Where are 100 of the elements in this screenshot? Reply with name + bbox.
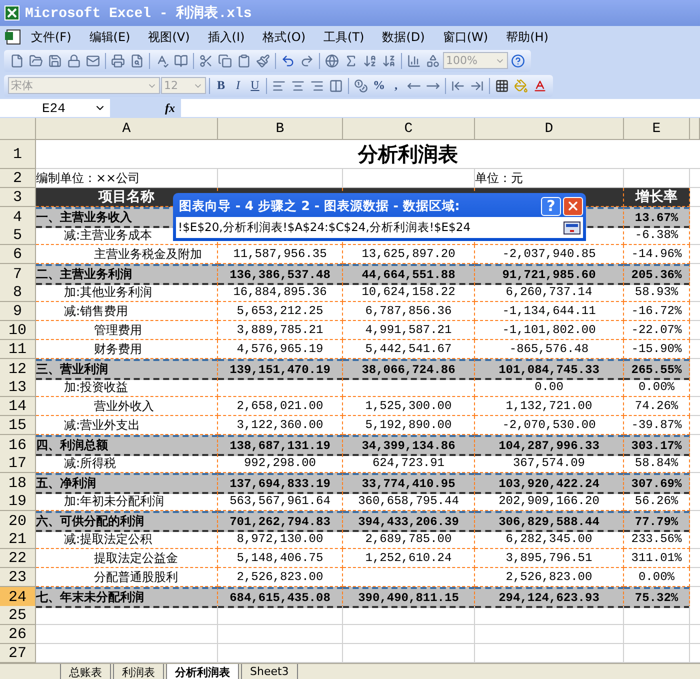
formula-field[interactable] [181, 99, 700, 117]
row-header[interactable]: 9 [0, 302, 36, 321]
table-cell: 5,148,406.75 [218, 549, 343, 568]
function-label[interactable]: fx [165, 100, 175, 116]
menu-item[interactable]: 窗口(W) [434, 28, 498, 46]
table-cell: 5,653,212.25 [218, 302, 343, 321]
table-cell: 101,084,745.33 [475, 359, 624, 380]
row-label: 七、年末未分配利润 [36, 587, 218, 608]
table-cell: 16,884,895.36 [218, 283, 343, 302]
row-label: 二、主营业务利润 [36, 264, 218, 285]
row-header[interactable]: 16 [0, 435, 36, 456]
copy-icon[interactable] [216, 52, 234, 70]
row-label: 提取法定公益金 [36, 549, 218, 568]
table-cell: 33,774,410.95 [343, 473, 475, 494]
row-header[interactable]: 3 [0, 188, 36, 207]
column-header[interactable]: E [624, 118, 690, 140]
help-button[interactable]: ? [541, 196, 561, 216]
table-cell: 3,889,785.21 [218, 321, 343, 340]
row-header[interactable]: 14 [0, 397, 36, 416]
currency-icon[interactable] [352, 76, 370, 94]
table-cell: 139,151,470.19 [218, 359, 343, 380]
blank-column-header [690, 118, 700, 140]
row-header[interactable]: 27 [0, 644, 36, 663]
fill-color-icon[interactable] [512, 76, 530, 94]
column-header[interactable]: C [343, 118, 475, 140]
table-cell: 265.55% [624, 359, 690, 380]
sheet-tab[interactable]: 分析利润表 [166, 664, 239, 679]
menu-item[interactable]: 编辑(E) [80, 28, 140, 46]
sheet-tab[interactable]: Sheet3 [241, 664, 298, 679]
row-label: 管理费用 [36, 321, 218, 340]
column-header[interactable]: D [475, 118, 624, 140]
help-icon[interactable] [509, 52, 527, 70]
table-cell: 13.67% [624, 207, 690, 228]
row-header[interactable]: 20 [0, 511, 36, 532]
hyperlink-icon[interactable] [323, 52, 341, 70]
format-painter-icon[interactable] [254, 52, 272, 70]
table-cell: 684,615,435.08 [218, 587, 343, 608]
table-cell: 4,991,587.21 [343, 321, 475, 340]
table-cell: 104,287,996.33 [475, 435, 624, 456]
table-cell: 701,262,794.83 [218, 511, 343, 532]
row-label: 加:其他业务利润 [36, 283, 218, 302]
row-header[interactable]: 22 [0, 549, 36, 568]
menu-item[interactable]: 插入(I) [198, 28, 254, 46]
row-header[interactable]: 25 [0, 606, 36, 625]
collapse-dialog-icon[interactable] [563, 220, 581, 234]
permission-icon[interactable] [65, 52, 83, 70]
column-header[interactable]: B [218, 118, 343, 140]
table-cell: 38,066,724.86 [343, 359, 475, 380]
row-header[interactable]: 26 [0, 625, 36, 644]
close-icon [566, 199, 580, 213]
menu-item[interactable]: 工具(T) [314, 28, 374, 46]
close-button[interactable] [563, 196, 583, 216]
style-button[interactable]: I [230, 78, 246, 93]
row-label: 六、可供分配的利润 [36, 511, 218, 532]
row-header[interactable]: 8 [0, 283, 36, 302]
table-cell: 增长率 [624, 188, 690, 207]
table-cell: 1,132,721.00 [475, 397, 624, 416]
row-label: 减:销售费用 [36, 302, 218, 321]
row-header[interactable]: 6 [0, 245, 36, 264]
row-header[interactable]: 21 [0, 530, 36, 549]
row-header[interactable]: 1 [0, 140, 36, 169]
row-header[interactable]: 23 [0, 568, 36, 587]
table-cell: 137,694,833.19 [218, 473, 343, 494]
row-header[interactable]: 18 [0, 473, 36, 494]
row-label: 五、净利润 [36, 473, 218, 494]
range-field[interactable]: !$E$20,分析利润表!$A$24:$C$24,分析利润表!$E$24 [176, 217, 583, 238]
menu-item[interactable]: 文件(F) [22, 28, 80, 46]
row-header[interactable]: 13 [0, 378, 36, 397]
spreadsheet-icon [4, 5, 20, 21]
menu-item[interactable]: 视图(V) [139, 28, 199, 46]
menu-item[interactable]: 帮助(H) [497, 28, 558, 46]
row-header[interactable]: 2 [0, 169, 36, 188]
row-header[interactable]: 12 [0, 359, 36, 380]
table-cell: 6,260,737.14 [475, 283, 624, 302]
row-header[interactable]: 7 [0, 264, 36, 285]
number-format-button[interactable]: , [388, 78, 404, 93]
table-cell: 1,252,610.24 [343, 549, 475, 568]
row-header[interactable]: 5 [0, 226, 36, 245]
table-cell: 2,689,785.00 [343, 530, 475, 549]
column-header[interactable]: A [36, 118, 218, 140]
row-header[interactable]: 15 [0, 416, 36, 435]
sheet-tab[interactable]: 总账表 [60, 664, 111, 679]
print-icon[interactable] [109, 52, 127, 70]
style-button[interactable]: U [247, 78, 263, 93]
row-header[interactable]: 17 [0, 454, 36, 473]
name-box[interactable]: E24 [0, 99, 110, 117]
number-format-button[interactable]: % [371, 78, 387, 93]
table-cell: 205.36% [624, 264, 690, 285]
style-button[interactable]: B [213, 78, 229, 93]
table-cell: -1,134,644.11 [475, 302, 624, 321]
row-header[interactable]: 4 [0, 207, 36, 228]
row-header[interactable]: 10 [0, 321, 36, 340]
table-cell: -1,101,802.00 [475, 321, 624, 340]
row-header[interactable]: 24 [0, 587, 36, 608]
menu-item[interactable]: 数据(D) [373, 28, 434, 46]
table-cell: 44,664,551.88 [343, 264, 475, 285]
sheet-tab[interactable]: 利润表 [113, 664, 164, 679]
menu-item[interactable]: 格式(O) [254, 28, 315, 46]
row-header[interactable]: 19 [0, 492, 36, 511]
row-header[interactable]: 11 [0, 340, 36, 359]
